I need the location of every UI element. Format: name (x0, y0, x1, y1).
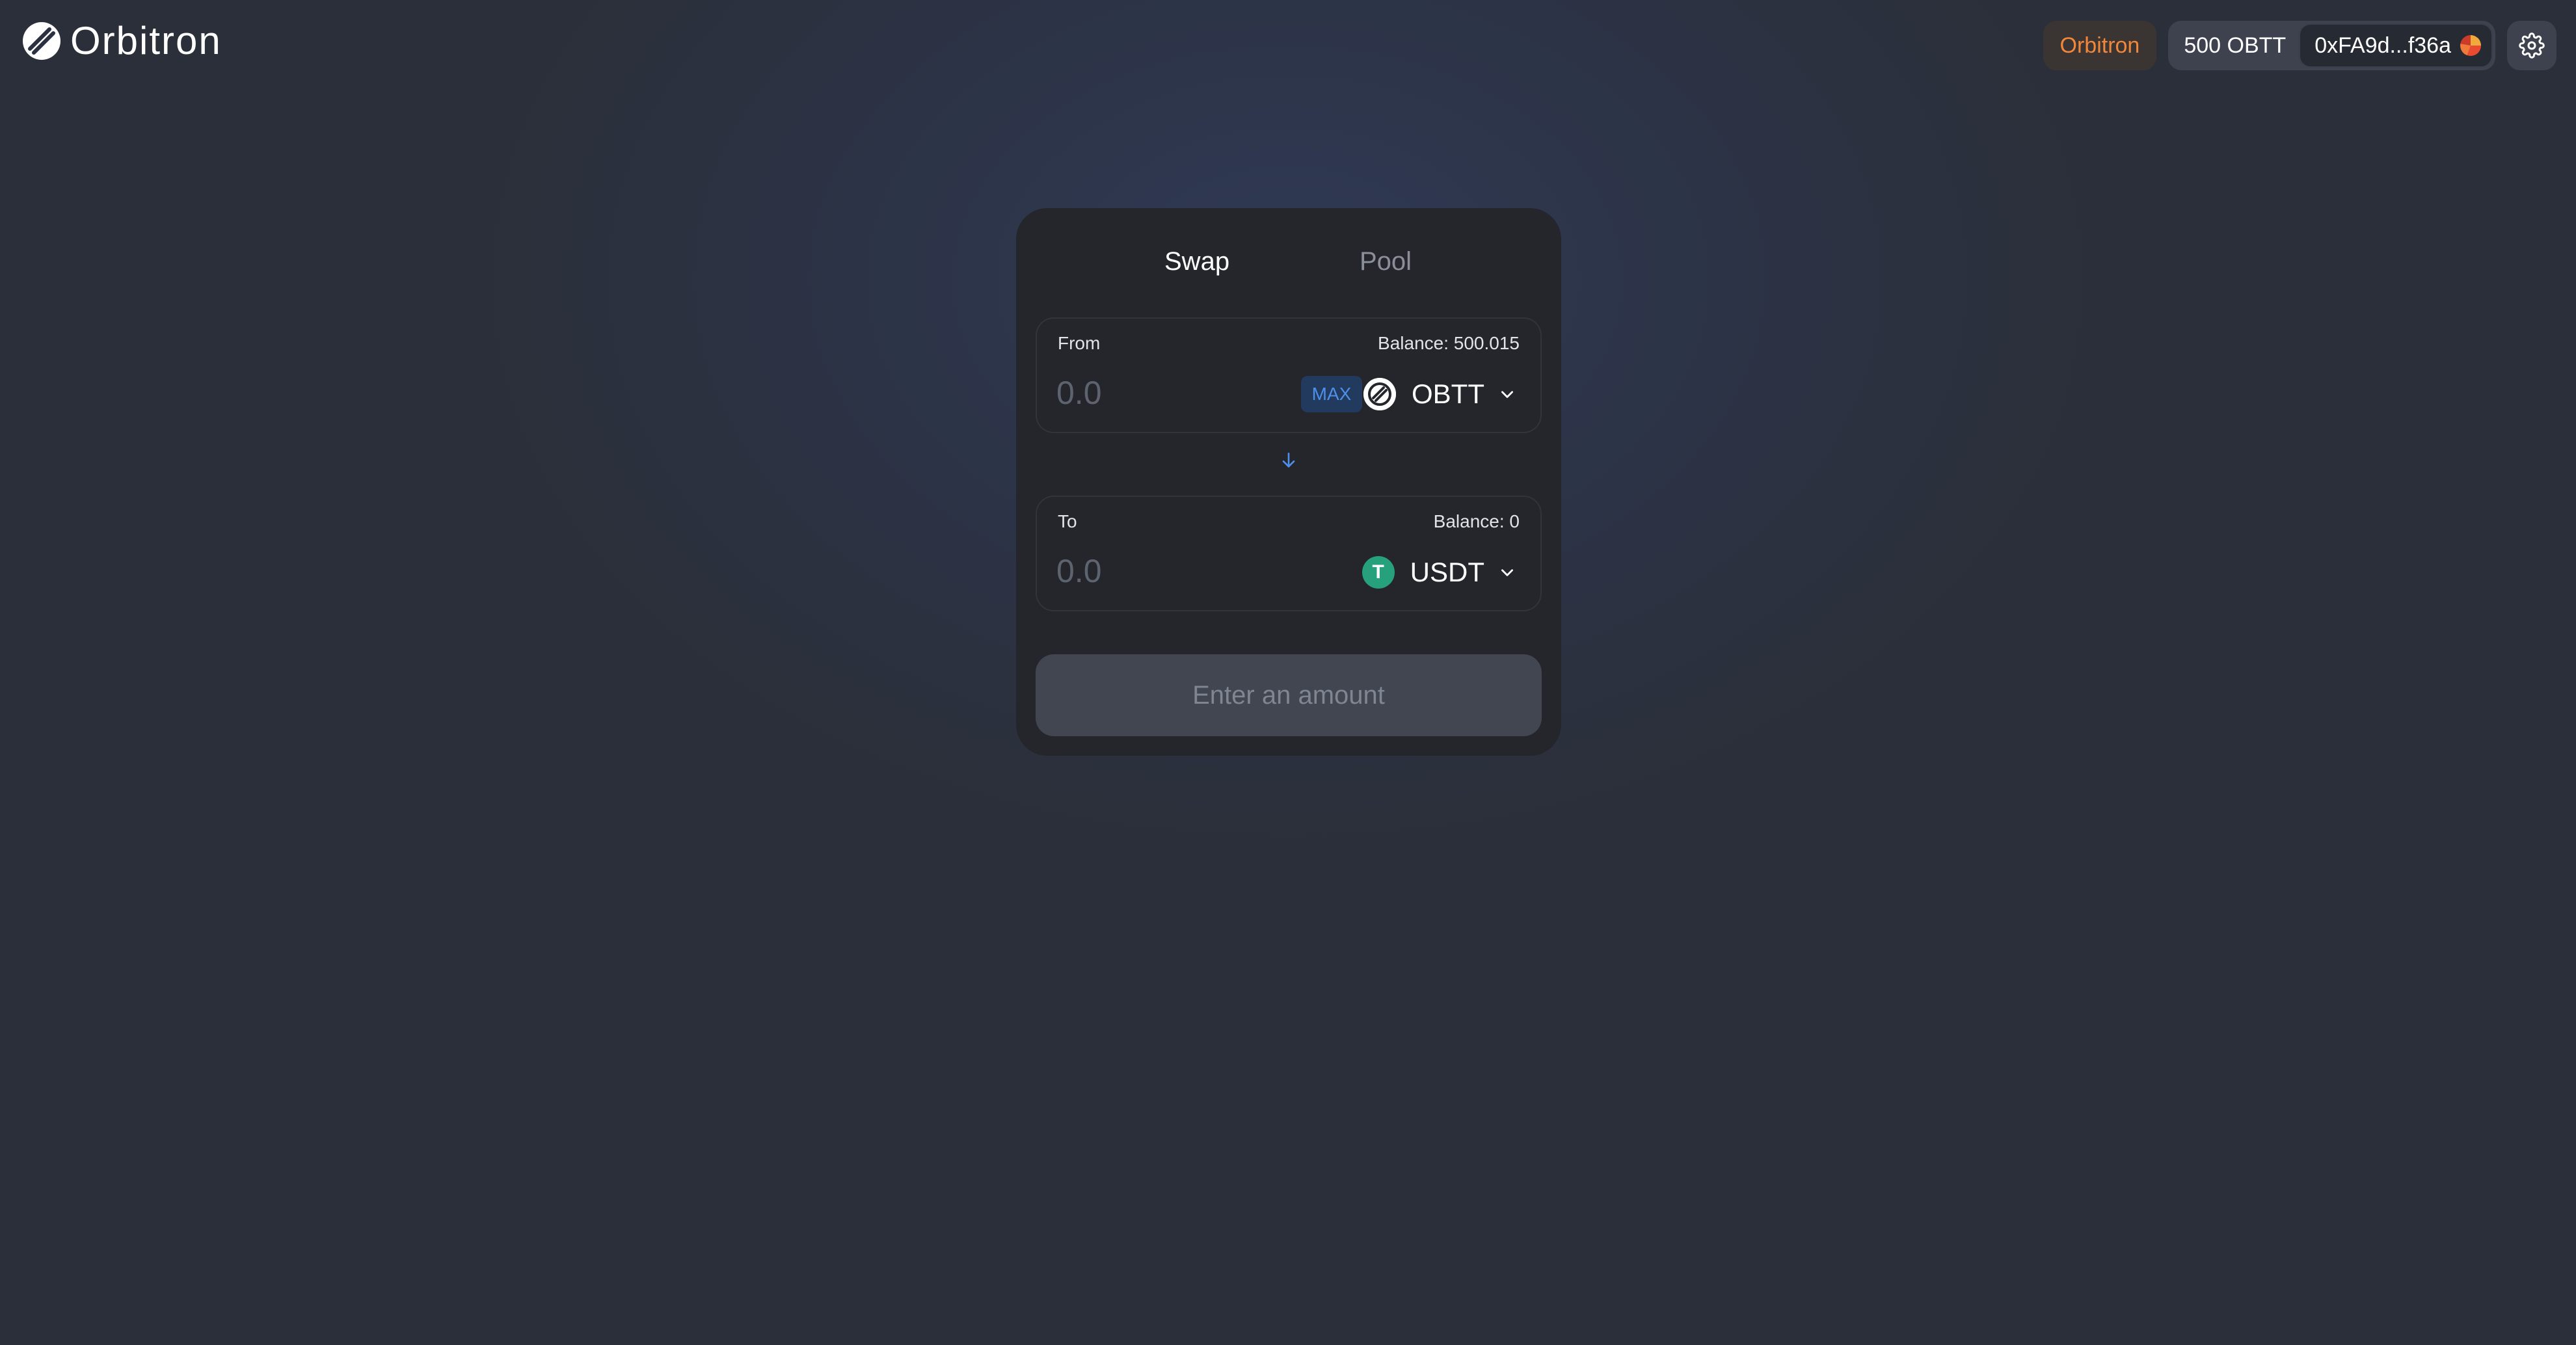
brand-logo[interactable]: Orbitron (21, 20, 222, 62)
settings-button[interactable] (2507, 21, 2556, 70)
to-token-select[interactable]: T USDT (1362, 553, 1516, 592)
header-actions: Orbitron 500 OBTT 0xFA9d...f36a (2043, 21, 2556, 70)
gear-icon (2519, 33, 2545, 59)
network-badge[interactable]: Orbitron (2043, 21, 2157, 70)
tab-pool[interactable]: Pool (1360, 242, 1412, 281)
from-amount-input[interactable] (1056, 372, 1252, 414)
arrow-down-icon[interactable] (1278, 450, 1299, 471)
orbitron-logo-icon (23, 22, 60, 60)
to-balance: Balance: 0 (1433, 511, 1520, 531)
tether-icon: T (1362, 556, 1395, 589)
identicon-avatar (2460, 35, 2481, 56)
from-label: From (1058, 333, 1101, 353)
from-token-symbol: OBTT (1412, 379, 1484, 409)
to-label: To (1058, 511, 1077, 531)
wallet-balance: 500 OBTT (2184, 33, 2287, 58)
chevron-down-icon (1501, 391, 1513, 398)
to-token-symbol: USDT (1410, 557, 1484, 587)
chevron-down-icon (1501, 569, 1513, 576)
from-token-select[interactable]: OBTT (1363, 375, 1516, 414)
account-group[interactable]: 500 OBTT 0xFA9d...f36a (2168, 21, 2495, 70)
from-field: From Balance: 500.015 MAX OBTT (1036, 317, 1542, 433)
to-field: To Balance: 0 T USDT (1036, 496, 1542, 611)
wallet-address-button[interactable]: 0xFA9d...f36a (2299, 23, 2493, 68)
enter-amount-button[interactable]: Enter an amount (1036, 654, 1542, 736)
tab-swap[interactable]: Swap (1164, 242, 1229, 281)
from-balance: Balance: 500.015 (1378, 333, 1520, 353)
wallet-address: 0xFA9d...f36a (2314, 33, 2451, 58)
obtt-logo-icon (1363, 378, 1396, 410)
swap-card: Swap Pool From Balance: 500.015 MAX OBTT (1016, 208, 1561, 756)
brand-name: Orbitron (70, 19, 222, 62)
swap-tabs: Swap Pool (1016, 242, 1561, 281)
to-amount-input[interactable] (1056, 550, 1252, 592)
max-button[interactable]: MAX (1301, 376, 1362, 412)
